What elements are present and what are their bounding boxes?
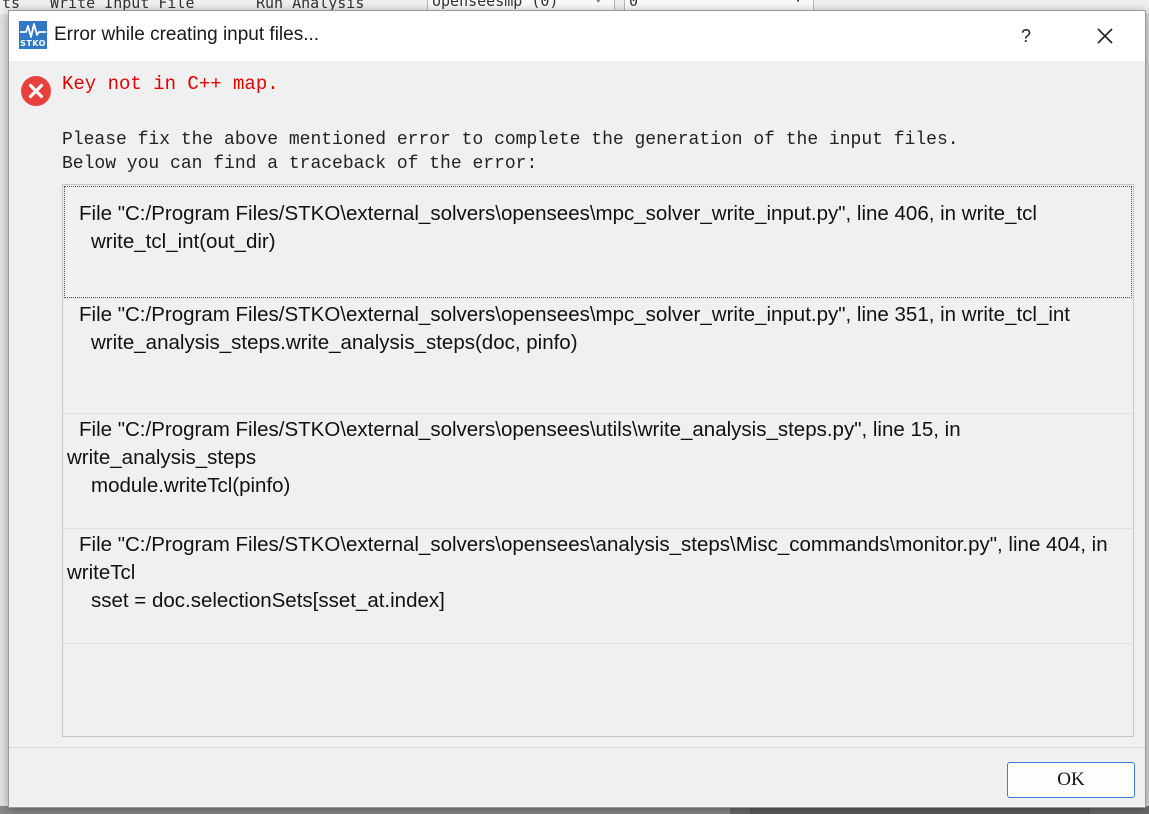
dropdown-arrow-icon: ▼ [795,0,801,5]
second-combo-value: 0 [629,0,639,10]
traceback-entry[interactable]: File "C:/Program Files/STKO\external_sol… [63,185,1133,299]
error-dialog: STKO Error while creating input files...… [8,10,1146,808]
traceback-entry[interactable]: File "C:/Program Files/STKO\external_sol… [63,529,1133,644]
help-button[interactable]: ? [1009,19,1043,53]
error-circle-icon [20,75,52,107]
solver-combo-value: openseesmp (0) [432,0,559,10]
traceback-code-line: module.writeTcl(pinfo) [91,474,291,497]
info-line-2: Below you can find a traceback of the er… [62,154,538,174]
dialog-footer: OK [9,747,1145,807]
error-message: Key not in C++ map. [62,73,279,95]
dialog-titlebar[interactable]: STKO Error while creating input files...… [9,11,1145,61]
traceback-list[interactable]: File "C:/Program Files/STKO\external_sol… [62,184,1134,737]
close-button[interactable] [1087,19,1123,53]
info-text: Please fix the above mentioned error to … [62,128,959,176]
traceback-file-line: File "C:/Program Files/STKO\external_sol… [67,533,1108,584]
traceback-file-line: File "C:/Program Files/STKO\external_sol… [79,303,1071,326]
traceback-code-line: sset = doc.selectionSets[sset_at.index] [91,589,445,612]
chevron-down-icon: ⌄ [595,0,602,4]
ok-button[interactable]: OK [1007,762,1135,798]
dialog-title: Error while creating input files... [54,24,320,45]
traceback-code-line: write_analysis_steps.write_analysis_step… [91,331,578,354]
traceback-entry[interactable]: File "C:/Program Files/STKO\external_sol… [63,414,1133,529]
background-left-edge [0,14,8,814]
stko-app-icon: STKO [19,21,47,49]
traceback-entry[interactable]: File "C:/Program Files/STKO\external_sol… [63,299,1133,414]
close-icon [1097,28,1113,44]
traceback-file-line: File "C:/Program Files/STKO\external_sol… [79,202,1037,225]
dialog-content: Key not in C++ map. Please fix the above… [9,61,1145,747]
traceback-file-line: File "C:/Program Files/STKO\external_sol… [67,418,961,469]
traceback-code-line: write_tcl_int(out_dir) [91,230,276,253]
app-icon-label: STKO [20,39,46,48]
info-line-1: Please fix the above mentioned error to … [62,130,959,150]
